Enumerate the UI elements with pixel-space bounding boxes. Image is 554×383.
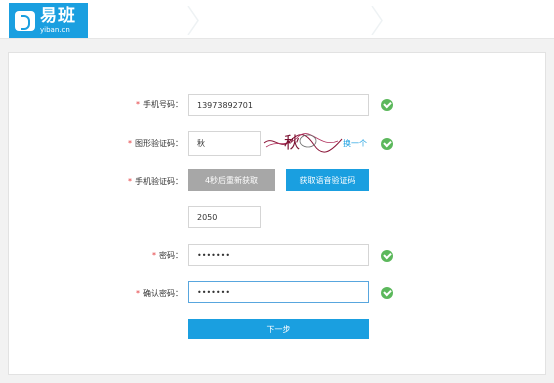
confirm-password-label: * 确认密码： bbox=[136, 289, 183, 298]
password-valid-check-icon bbox=[381, 250, 393, 262]
yiban-logo[interactable]: 易班 yiban.cn bbox=[9, 3, 88, 38]
resend-countdown-button[interactable]: 4秒后重新获取 bbox=[188, 169, 275, 191]
next-step-button[interactable]: 下一步 bbox=[188, 319, 369, 339]
voice-code-button[interactable]: 获取语音验证码 bbox=[286, 169, 369, 191]
captcha-image[interactable]: 秋 bbox=[262, 129, 344, 155]
logo-text-cn: 易班 bbox=[40, 5, 76, 26]
sms-code-label: * 手机验证码： bbox=[128, 177, 183, 186]
captcha-label: * 图形验证码： bbox=[128, 139, 183, 148]
top-bar: 易班 yiban.cn bbox=[0, 0, 554, 39]
logo-text-en: yiban.cn bbox=[40, 25, 70, 34]
phone-label: * 手机号码： bbox=[136, 100, 183, 109]
captcha-valid-check-icon bbox=[381, 138, 393, 150]
step-2 bbox=[228, 3, 318, 38]
captcha-input[interactable]: 秋 bbox=[188, 131, 261, 156]
password-label: * 密码： bbox=[152, 251, 183, 260]
refresh-captcha-link[interactable]: 换一个 bbox=[343, 138, 367, 149]
captcha-glyph: 秋 bbox=[284, 133, 300, 152]
password-input[interactable]: ••••••• bbox=[188, 244, 369, 266]
logo-icon bbox=[15, 10, 35, 31]
confirm-valid-check-icon bbox=[381, 287, 393, 299]
confirm-password-input[interactable]: ••••••• bbox=[188, 281, 369, 303]
step-3 bbox=[408, 3, 498, 38]
step-chevron-icon bbox=[187, 6, 199, 35]
sms-code-input[interactable]: 2050 bbox=[188, 206, 261, 228]
phone-input[interactable]: 13973892701 bbox=[188, 94, 369, 116]
phone-valid-check-icon bbox=[381, 99, 393, 111]
step-chevron-icon bbox=[371, 6, 383, 35]
progress-steps bbox=[88, 3, 554, 38]
